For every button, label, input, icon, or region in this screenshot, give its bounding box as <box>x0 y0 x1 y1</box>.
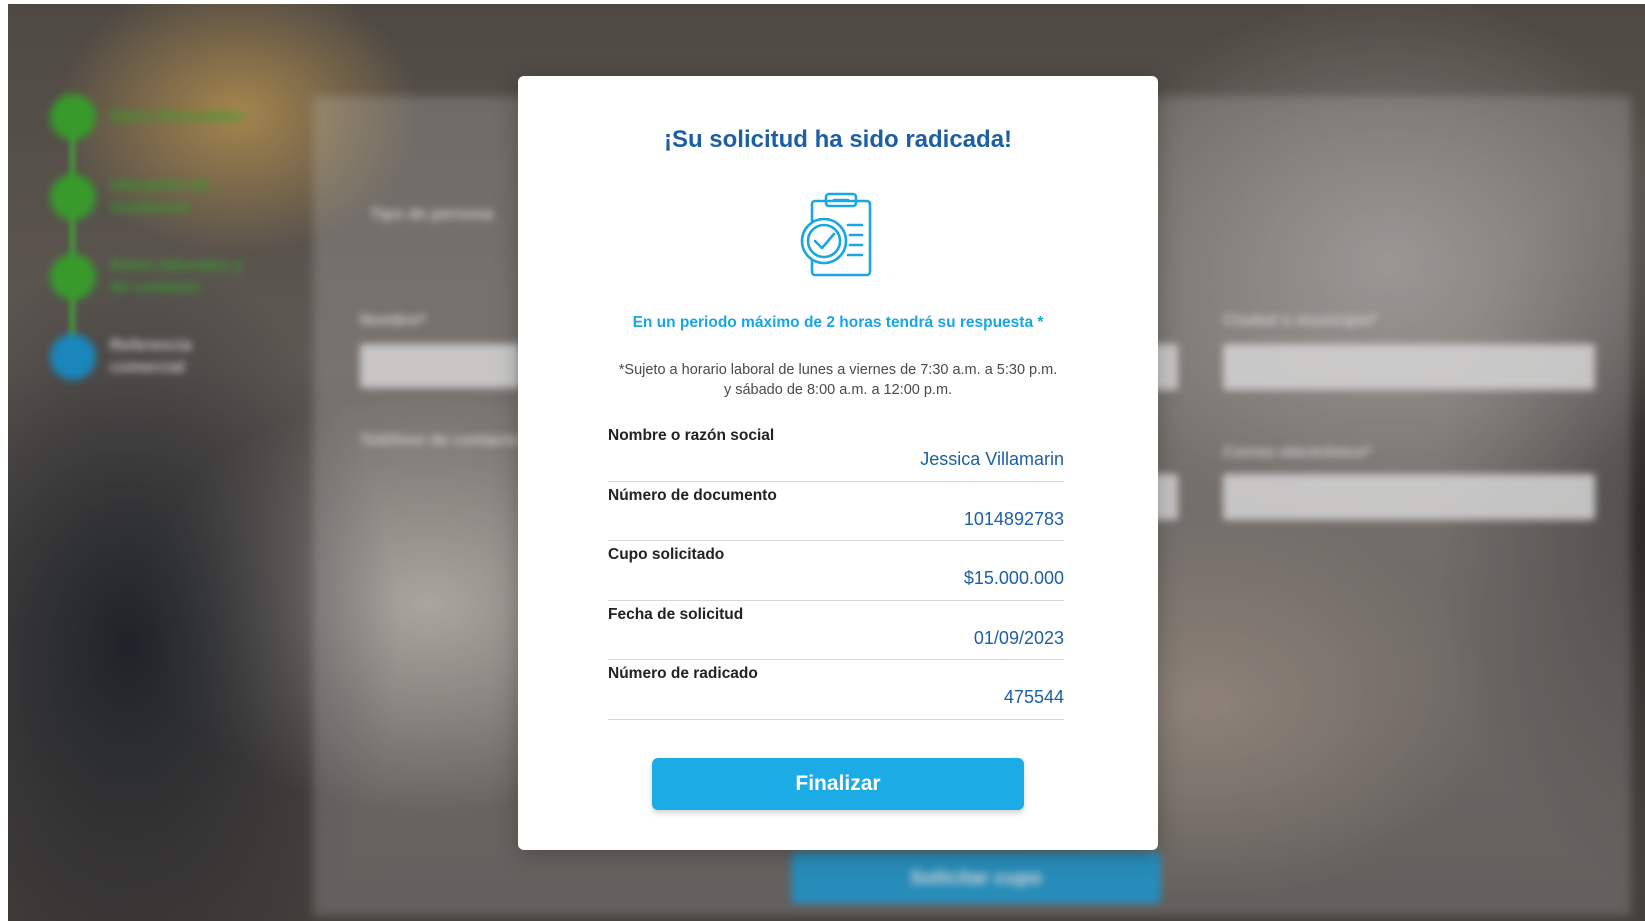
step-2: Ubicación de residencia <box>50 174 250 220</box>
bg-request-button: Solicitar cupo <box>791 852 1161 904</box>
step-4: Referencia comercial <box>50 334 250 380</box>
confirmation-modal: ¡Su solicitud ha sido radicada! En un pe… <box>518 76 1158 850</box>
step-4-dot <box>50 334 96 380</box>
step-3-dot <box>50 254 96 300</box>
bg-name-field <box>360 344 520 388</box>
summary-value: Jessica Villamarin <box>920 449 1064 469</box>
summary-value: 475544 <box>1003 687 1064 707</box>
bg-email-label: Correo electrónico* <box>1223 444 1372 461</box>
step-2-label: Ubicación de residencia <box>110 177 210 216</box>
modal-title: ¡Su solicitud ha sido radicada! <box>663 126 1013 153</box>
steps-connector <box>70 118 75 368</box>
summary-row-document: Número de documento 1014892783 <box>608 482 1064 541</box>
summary-value: 1014892783 <box>963 508 1064 529</box>
summary-label: Número de radicado <box>608 665 758 682</box>
step-1-label: Datos Personales <box>110 108 245 125</box>
summary-row-filing-number: Número de radicado 475544 <box>608 660 1064 720</box>
schedule-note-line-1: *Sujeto a horario laboral de lunes a vie… <box>618 362 1058 378</box>
finish-button[interactable]: Finalizar <box>652 758 1024 810</box>
bg-email-field <box>1223 474 1595 520</box>
bg-city-label: Ciudad o municipio* <box>1223 312 1378 329</box>
step-2-dot <box>50 174 96 220</box>
schedule-note-line-2: y sábado de 8:00 a.m. a 12:00 p.m. <box>723 382 953 398</box>
clipboard-check-icon <box>794 191 878 281</box>
step-4-label: Referencia comercial <box>110 337 192 376</box>
summary-value: 01/09/2023 <box>973 627 1064 648</box>
request-summary: Nombre o razón social Jessica Villamarin… <box>608 422 1064 720</box>
summary-label: Cupo solicitado <box>608 546 725 563</box>
step-1: Datos Personales <box>50 94 250 140</box>
step-3: Datos laborales y de contacto <box>50 254 250 300</box>
summary-label: Número de documento <box>608 486 777 504</box>
bg-person-type-label: Tipo de persona <box>370 206 494 223</box>
schedule-note: *Sujeto a horario laboral de lunes a vie… <box>558 360 1118 400</box>
step-1-dot <box>50 94 96 140</box>
bg-phone-label: Teléfono de contacto <box>360 432 520 449</box>
summary-row-date: Fecha de solicitud 01/09/2023 <box>608 601 1064 660</box>
bg-city-field <box>1223 344 1595 390</box>
response-time-note: En un periodo máximo de 2 horas tendrá s… <box>632 314 1044 331</box>
step-3-label: Datos laborales y de contacto <box>110 257 243 296</box>
summary-row-quota: Cupo solicitado $15.000.000 <box>608 541 1064 601</box>
bg-name-label: Nombre* <box>360 312 427 329</box>
summary-value: $15.000.000 <box>963 568 1064 588</box>
summary-row-name: Nombre o razón social Jessica Villamarin <box>608 422 1064 482</box>
summary-label: Nombre o razón social <box>608 427 775 444</box>
summary-label: Fecha de solicitud <box>608 605 744 623</box>
progress-steps: Datos Personales Ubicación de residencia… <box>44 94 254 414</box>
